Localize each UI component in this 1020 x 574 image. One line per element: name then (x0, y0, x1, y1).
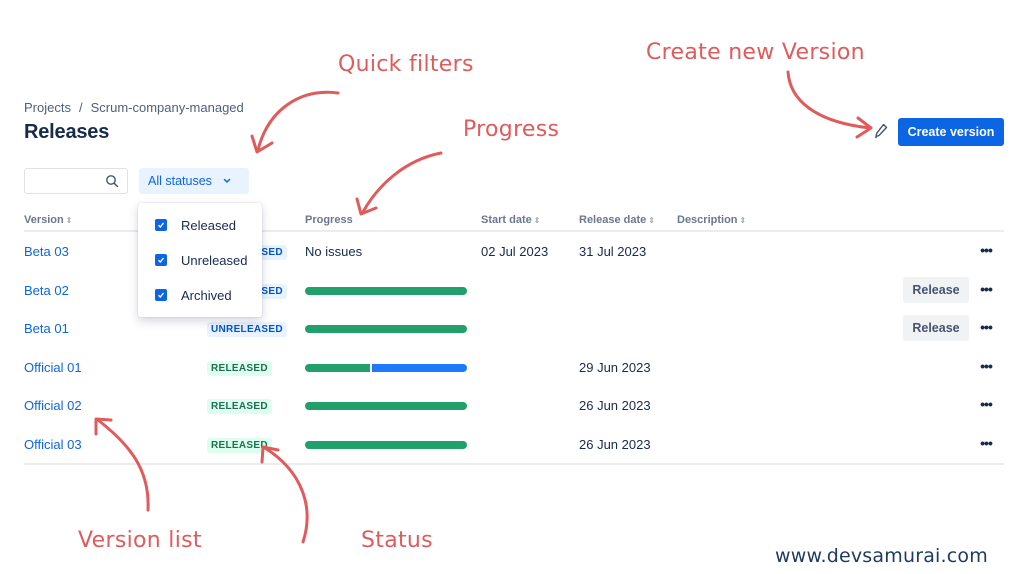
sort-icon: ⇕ (739, 216, 747, 225)
progress-bar (305, 402, 467, 410)
version-link[interactable]: Beta 01 (24, 321, 69, 336)
sort-icon: ⇕ (65, 216, 73, 225)
version-link[interactable]: Official 01 (24, 360, 82, 375)
start-date: 02 Jul 2023 (481, 244, 549, 259)
arrow-progress-head (355, 197, 378, 216)
status-lozenge: RELEASED (207, 437, 272, 453)
watermark: www.devsamurai.com (775, 545, 988, 567)
status-filter-label: All statuses (148, 174, 212, 188)
release-date: 26 Jun 2023 (579, 436, 651, 452)
checkbox-checked-icon[interactable] (155, 254, 167, 266)
more-actions-icon[interactable]: ••• (976, 397, 996, 411)
breadcrumb-separator: / (78, 100, 83, 115)
release-button[interactable]: Release (903, 276, 969, 303)
annotation-create-new-version: Create new Version (646, 40, 865, 65)
annotation-version-list: Version list (78, 528, 202, 553)
arrow-create-version (786, 70, 872, 130)
more-actions-icon[interactable]: ••• (976, 436, 996, 450)
status-filter-dropdown[interactable]: All statuses (139, 168, 249, 194)
release-date: 26 Jun 2023 (579, 398, 651, 413)
search-input[interactable] (24, 168, 128, 194)
version-link[interactable]: Beta 02 (24, 283, 69, 298)
more-actions-icon[interactable]: ••• (976, 282, 996, 296)
column-header-start-date[interactable]: Start date ⇕ (481, 214, 540, 226)
breadcrumb-project[interactable]: Scrum-company-managed (91, 100, 244, 115)
progress-done-segment (305, 440, 467, 449)
release-button[interactable]: Release (903, 315, 969, 341)
progress-bar (305, 363, 467, 372)
progress-in-progress-segment (369, 363, 467, 372)
filter-option-unreleased[interactable]: Unreleased (155, 250, 248, 270)
arrow-progress (361, 151, 443, 214)
table-divider (24, 463, 1004, 465)
filter-option-released[interactable]: Released (155, 215, 236, 235)
annotation-quick-filters: Quick filters (338, 52, 474, 77)
create-version-button[interactable]: Create version (898, 118, 1004, 146)
filter-option-label: Archived (181, 287, 232, 303)
progress-done-segment (305, 402, 467, 410)
arrow-quick-filters-head (250, 134, 274, 154)
status-lozenge: RELEASED (207, 399, 272, 414)
status-lozenge: RELEASED (207, 360, 272, 376)
arrow-create-version-head (855, 116, 873, 139)
progress-bar (305, 440, 467, 449)
release-date: 29 Jun 2023 (579, 359, 651, 375)
status-lozenge: UNRELEASED (207, 322, 287, 337)
page-title: Releases (24, 121, 110, 143)
filter-option-label: Unreleased (181, 252, 248, 268)
pen-icon[interactable] (873, 122, 889, 140)
progress-bar (305, 286, 467, 295)
progress-text: No issues (305, 244, 363, 259)
column-header-progress: Progress (305, 214, 353, 226)
more-actions-icon[interactable]: ••• (976, 320, 996, 334)
column-header-release-date[interactable]: Release date ⇕ (579, 214, 655, 226)
sort-icon: ⇕ (533, 216, 541, 225)
status-filter-menu: Released Unreleased Archived (138, 203, 262, 317)
more-actions-icon[interactable]: ••• (976, 243, 996, 257)
chevron-down-icon (223, 178, 231, 184)
release-date: 31 Jul 2023 (579, 244, 647, 259)
checkbox-checked-icon[interactable] (155, 289, 167, 301)
annotation-progress: Progress (463, 117, 560, 142)
column-header-version[interactable]: Version ⇕ (24, 214, 72, 226)
breadcrumb: Projects / Scrum-company-managed (24, 100, 244, 115)
search-icon (106, 175, 119, 188)
table-row: Official 01 RELEASED 29 Jun 2023 ••• (24, 349, 1004, 387)
checkbox-checked-icon[interactable] (155, 219, 167, 231)
annotation-status: Status (361, 528, 433, 553)
more-actions-icon[interactable]: ••• (976, 359, 996, 373)
filter-option-label: Released (181, 217, 236, 233)
version-link[interactable]: Official 02 (24, 398, 82, 413)
breadcrumb-projects[interactable]: Projects (24, 100, 71, 115)
table-row: Official 02 RELEASED 26 Jun 2023 ••• (24, 387, 1004, 425)
sort-icon: ⇕ (648, 216, 655, 225)
arrow-quick-filters (256, 90, 340, 152)
progress-done-segment (305, 363, 370, 372)
version-link[interactable]: Official 03 (24, 437, 82, 452)
column-header-description[interactable]: Description ⇕ (677, 214, 746, 226)
version-link[interactable]: Beta 03 (24, 244, 69, 259)
table-row: Official 03 RELEASED 26 Jun 2023 ••• (24, 426, 1004, 464)
progress-bar (305, 325, 467, 333)
progress-done-segment (305, 286, 467, 295)
progress-done-segment (305, 325, 467, 333)
filter-option-archived[interactable]: Archived (155, 285, 232, 305)
